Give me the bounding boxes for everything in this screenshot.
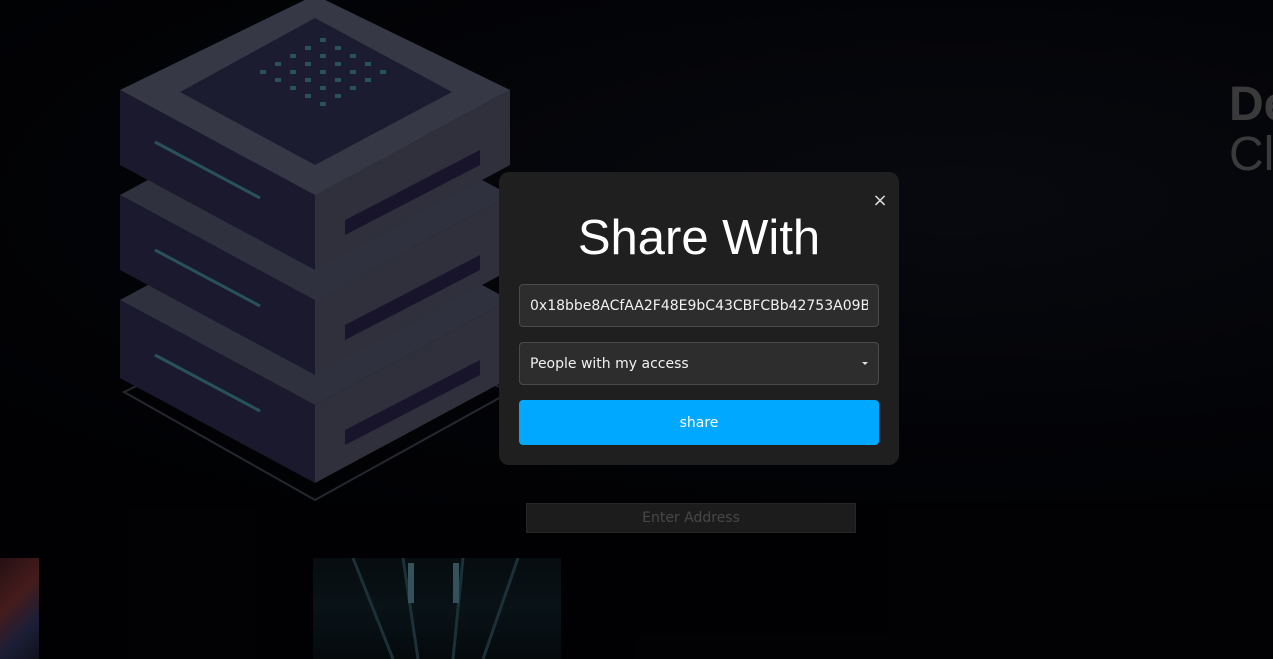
share-modal: × Share With People with my access share [499,172,899,465]
close-icon[interactable]: × [870,191,890,211]
modal-title: Share With [577,211,821,265]
access-select-value: People with my access [530,355,689,372]
access-select[interactable]: People with my access [519,342,879,385]
share-address-input[interactable] [519,284,879,327]
chevron-down-icon [862,362,868,365]
share-button[interactable]: share [519,400,879,445]
